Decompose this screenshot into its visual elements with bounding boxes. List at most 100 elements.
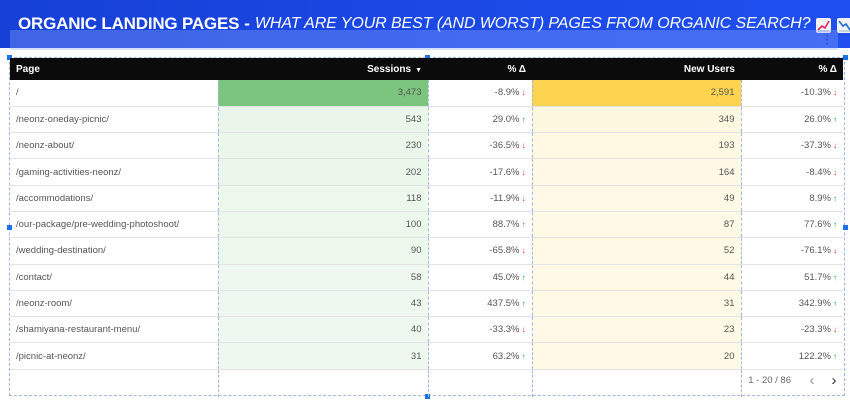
footer-cell-page [10, 369, 218, 397]
column-header-page[interactable]: Page [10, 58, 218, 80]
cell-new-users-value: 349 [718, 113, 735, 125]
table-row[interactable]: /our-package/pre-wedding-photoshoot/100 8… [10, 211, 843, 239]
cell-new-users-value: 44 [723, 271, 735, 283]
table-row[interactable]: /neonz-about/230 -36.5% ↓ 193 -37.3% ↓ [10, 132, 843, 160]
table-row[interactable]: /neonz-oneday-picnic/543 29.0% ↑ 349 26.0% ↑ [10, 106, 843, 134]
cell-page: /our-package/pre-wedding-photoshoot/ [10, 211, 218, 239]
cell-new-users-delta: 8.9% ↑ [741, 185, 843, 212]
arrow-up-icon: ↑ [521, 272, 526, 282]
cell-sessions: 100 [217, 211, 429, 239]
cell-page: / [10, 80, 218, 107]
arrow-up-icon: ↑ [833, 220, 837, 230]
cell-new-users: 87 [531, 211, 742, 239]
cell-new-users-value: 20 [723, 350, 735, 362]
cell-new-users-delta-value: 8.9% [809, 192, 831, 204]
arrow-up-icon: ↑ [521, 351, 526, 361]
cell-sessions-delta-value: -65.8% [489, 245, 520, 257]
cell-page-value: /wedding-destination/ [16, 245, 106, 257]
arrow-down-icon: ↓ [521, 325, 526, 335]
cell-sessions-value: 40 [410, 324, 422, 336]
cell-new-users-delta: 77.6% ↑ [741, 211, 843, 239]
cell-page-value: /gaming-activities-neonz/ [16, 166, 122, 178]
cell-new-users: 49 [531, 185, 742, 212]
cell-new-users: 44 [531, 264, 742, 291]
table-row[interactable]: /neonz-room/43 437.5% ↑ 31 342.9% ↑ [10, 290, 843, 318]
sessions-header-label: Sessions [367, 63, 412, 75]
arrow-up-icon: ↑ [833, 272, 837, 282]
table-row[interactable]: /wedding-destination/90 -65.8% ↓ 52 -76.1% ↓ [10, 237, 843, 265]
table-row[interactable]: /3,473 -8.9% ↓ 2,591 -10.3% ↓ [10, 80, 843, 107]
cell-sessions-value: 543 [405, 113, 422, 125]
cell-sessions-delta: -36.5% ↓ [428, 132, 532, 160]
resize-handle-mid-right[interactable] [843, 225, 848, 230]
cell-page: /accommodations/ [10, 185, 218, 212]
cell-sessions-value: 230 [405, 140, 422, 152]
cell-page: /gaming-activities-neonz/ [10, 158, 218, 186]
cell-sessions-delta-value: -33.3% [489, 324, 520, 336]
chevron-right-icon[interactable]: › [823, 372, 845, 389]
table-header-row: Page Sessions ▼ % Δ New Users % Δ [10, 58, 843, 80]
arrow-down-icon: ↓ [521, 193, 526, 203]
cell-sessions-value: 31 [410, 350, 422, 362]
cell-new-users: 52 [531, 237, 742, 265]
cell-new-users: 31 [531, 290, 742, 318]
column-header-sessions[interactable]: Sessions ▼ [218, 58, 428, 80]
arrow-down-icon: ↓ [833, 141, 837, 151]
resize-handle-top-right[interactable] [843, 55, 848, 60]
cell-page: /picnic-at-neonz/ [10, 342, 218, 370]
arrow-down-icon: ↓ [833, 246, 837, 256]
chart-decreasing-icon [837, 17, 850, 33]
cell-sessions-delta-value: 437.5% [487, 298, 520, 310]
cell-new-users-delta: -76.1% ↓ [741, 237, 843, 265]
cell-new-users-delta-value: -76.1% [800, 245, 831, 257]
cell-new-users: 2,591 [531, 80, 742, 107]
cell-sessions-delta-value: 88.7% [492, 219, 520, 231]
pagination: 1 - 20 / 86 ‹ › [700, 372, 845, 389]
cell-new-users-delta-value: 51.7% [804, 271, 831, 283]
cell-sessions-delta: -17.6% ↓ [428, 158, 532, 186]
cell-sessions-value: 43 [410, 298, 422, 310]
cell-new-users-delta-value: -37.3% [800, 140, 831, 152]
cell-sessions: 90 [217, 237, 429, 265]
chevron-left-icon[interactable]: ‹ [801, 372, 823, 389]
cell-sessions-delta-value: -36.5% [489, 140, 520, 152]
kebab-menu-icon[interactable]: • • • [824, 32, 830, 50]
cell-sessions-delta: 45.0% ↑ [428, 264, 532, 291]
cell-new-users: 193 [531, 132, 742, 160]
cell-sessions: 43 [217, 290, 429, 318]
column-header-new-users-delta[interactable]: % Δ [741, 58, 843, 80]
arrow-down-icon: ↓ [833, 88, 837, 98]
cell-sessions: 31 [217, 342, 429, 370]
table-row[interactable]: /picnic-at-neonz/31 63.2% ↑ 20 122.2% ↑ [10, 342, 843, 370]
cell-sessions: 202 [217, 158, 429, 186]
table-row[interactable]: /contact/58 45.0% ↑ 44 51.7% ↑ [10, 264, 843, 291]
cell-sessions-delta-value: -8.9% [494, 87, 520, 99]
table-row[interactable]: /shamiyana-restaurant-menu/40 -33.3% ↓ 23 -2… [10, 316, 843, 344]
cell-sessions: 230 [217, 132, 429, 160]
arrow-down-icon: ↓ [521, 141, 526, 151]
cell-new-users-delta-value: -23.3% [800, 324, 831, 336]
cell-sessions-delta: -33.3% ↓ [428, 316, 532, 344]
cell-page-value: /contact/ [16, 271, 52, 283]
selection-highlight [10, 30, 838, 50]
column-header-new-users[interactable]: New Users [532, 58, 741, 80]
cell-new-users-value: 52 [723, 245, 735, 257]
cell-new-users-delta-value: 26.0% [804, 113, 831, 125]
cell-sessions-value: 202 [405, 166, 422, 178]
cell-new-users-value: 31 [723, 298, 735, 310]
caret-down-icon: ▼ [415, 66, 422, 74]
cell-page: /shamiyana-restaurant-menu/ [10, 316, 218, 344]
cell-sessions-delta: 88.7% ↑ [428, 211, 532, 239]
cell-sessions: 118 [217, 185, 429, 212]
cell-new-users-value: 164 [718, 166, 735, 178]
cell-sessions-delta: -11.9% ↓ [428, 185, 532, 212]
column-header-sessions-delta[interactable]: % Δ [428, 58, 532, 80]
cell-new-users-value: 193 [718, 140, 735, 152]
cell-sessions-value: 3,473 [397, 87, 422, 99]
cell-sessions-delta: -8.9% ↓ [428, 80, 532, 107]
cell-sessions: 40 [217, 316, 429, 344]
table-row[interactable]: /gaming-activities-neonz/202 -17.6% ↓ 164 -8… [10, 158, 843, 186]
cell-new-users-delta: -23.3% ↓ [741, 316, 843, 344]
table-row[interactable]: /accommodations/118 -11.9% ↓ 49 8.9% ↑ [10, 185, 843, 212]
cell-sessions-delta-value: 63.2% [492, 350, 520, 362]
